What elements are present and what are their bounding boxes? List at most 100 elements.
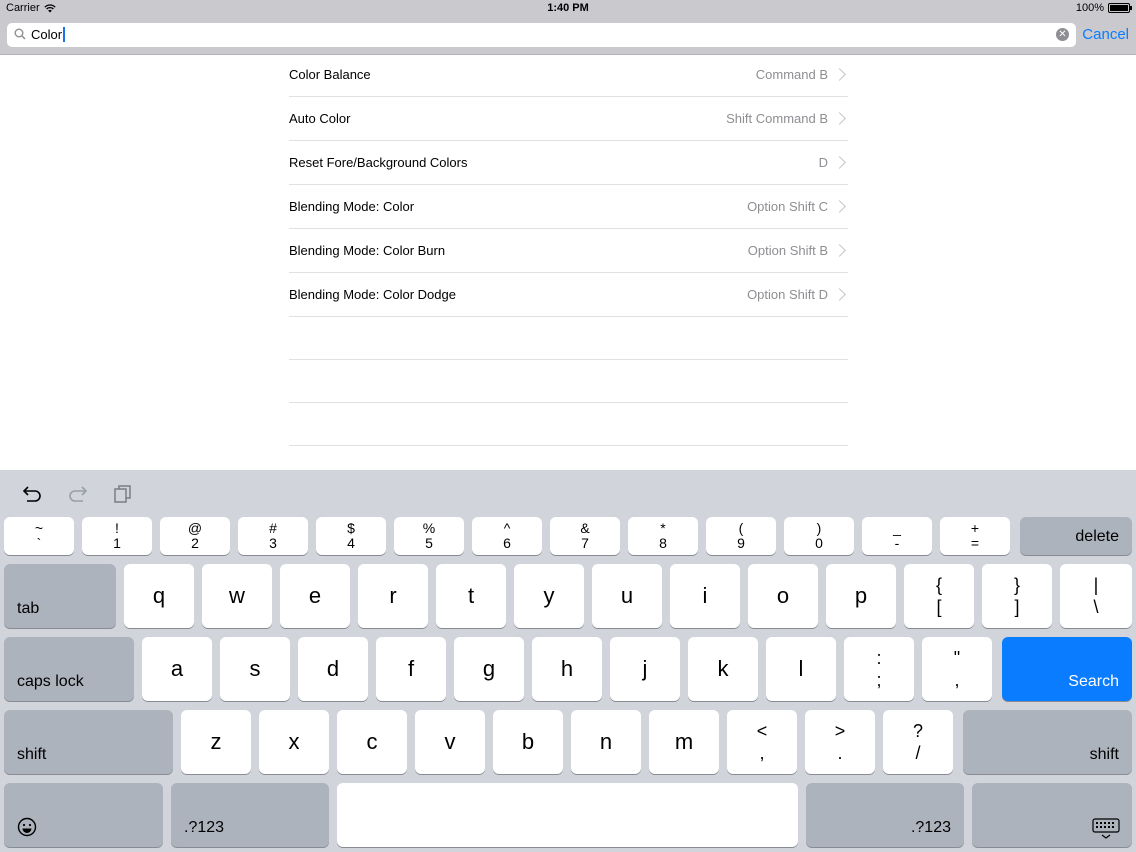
battery-icon [1108,3,1132,13]
key-3[interactable]: #3 [238,517,308,555]
key-t[interactable]: t [436,564,506,628]
delete-key[interactable]: delete [1020,517,1132,555]
key-quote[interactable]: ", [922,637,992,701]
key-9[interactable]: (9 [706,517,776,555]
key-letter: i [702,583,708,608]
battery-indicator: 100% [1075,2,1132,14]
key-c[interactable]: c [337,710,407,774]
key-top: ) [816,520,822,536]
key-top: $ [347,520,355,536]
key-top: < [756,721,768,741]
tab-label: tab [17,600,40,617]
result-row[interactable]: Blending Mode: Color Dodge Option Shift … [289,273,848,317]
key-v[interactable]: v [415,710,485,774]
shift-left-key[interactable]: shift [4,710,173,774]
key-d[interactable]: d [298,637,368,701]
space-key[interactable] [337,783,798,847]
key-tilde[interactable]: ~ ` [4,517,74,555]
key-s[interactable]: s [220,637,290,701]
key-bottom: ` [36,535,42,551]
key-l[interactable]: l [766,637,836,701]
key-2[interactable]: @2 [160,517,230,555]
key-letter: v [444,729,456,754]
key-letter: m [674,729,694,754]
key-z[interactable]: z [181,710,251,774]
undo-icon[interactable] [22,484,44,504]
search-input[interactable]: Color ✕ [7,23,1076,47]
result-row[interactable]: Color Balance Command B [289,53,848,97]
result-row[interactable]: Blending Mode: Color Option Shift C [289,185,848,229]
shift-right-key[interactable]: shift [963,710,1132,774]
key-period[interactable]: >. [805,710,875,774]
key-8[interactable]: * 8 [628,517,698,555]
key-4[interactable]: $4 [316,517,386,555]
battery-percent: 100% [1075,2,1104,14]
numbers-right-key[interactable]: .?123 [806,783,964,847]
key-h[interactable]: h [532,637,602,701]
key-letter: y [543,583,555,608]
key-r[interactable]: r [358,564,428,628]
key-semicolon[interactable]: :; [844,637,914,701]
search-input-text: Color [31,27,65,42]
key-bracket-right[interactable]: }] [982,564,1052,628]
key-g[interactable]: g [454,637,524,701]
key-minus[interactable]: _ - [862,517,932,555]
empty-row [289,360,848,403]
key-bottom: , [954,670,960,690]
emoji-key[interactable] [4,783,163,847]
numbers-label: .?123 [910,819,951,836]
key-n[interactable]: n [571,710,641,774]
key-7[interactable]: & 7 [550,517,620,555]
key-k[interactable]: k [688,637,758,701]
key-bracket-left[interactable]: {[ [904,564,974,628]
keyboard-shortcut-bar [0,470,1136,514]
key-j[interactable]: j [610,637,680,701]
key-m[interactable]: m [649,710,719,774]
dismiss-keyboard-key[interactable] [972,783,1132,847]
key-x[interactable]: x [259,710,329,774]
key-u[interactable]: u [592,564,662,628]
result-shortcut: Option Shift D [747,287,828,302]
key-0[interactable]: ) 0 [784,517,854,555]
chevron-right-icon [833,156,846,169]
key-backslash[interactable]: | \ [1060,564,1132,628]
key-i[interactable]: i [670,564,740,628]
key-top: : [876,648,882,668]
cancel-button[interactable]: Cancel [1082,26,1129,43]
result-row[interactable]: Reset Fore/Background Colors D [289,141,848,185]
key-q[interactable]: q [124,564,194,628]
caps-lock-key[interactable]: caps lock [4,637,134,701]
numbers-left-key[interactable]: .?123 [171,783,329,847]
key-o[interactable]: o [748,564,818,628]
clock: 1:40 PM [547,2,589,14]
key-6[interactable]: ^ 6 [472,517,542,555]
result-row[interactable]: Blending Mode: Color Burn Option Shift B [289,229,848,273]
key-1[interactable]: ! 1 [82,517,152,555]
clear-icon[interactable]: ✕ [1056,28,1069,41]
key-slash[interactable]: ? / [883,710,953,774]
shift-label: shift [17,746,47,763]
delete-label: delete [1075,528,1119,545]
paste-icon[interactable] [113,484,133,504]
key-y[interactable]: y [514,564,584,628]
key-e[interactable]: e [280,564,350,628]
key-f[interactable]: f [376,637,446,701]
tab-key[interactable]: tab [4,564,116,628]
keyboard: ~ ` ! 1 @2 #3 $4 % 5 ^ 6 & 7 * 8 (9 ) 0 _ - + = d… [0,470,1136,852]
key-bottom: 7 [581,535,589,551]
key-b[interactable]: b [493,710,563,774]
key-equals[interactable]: + = [940,517,1010,555]
key-w[interactable]: w [202,564,272,628]
key-top: + [970,520,980,536]
key-5[interactable]: % 5 [394,517,464,555]
key-a[interactable]: a [142,637,212,701]
redo-icon[interactable] [66,484,88,504]
numbers-label: .?123 [184,819,225,836]
result-shortcut: Option Shift B [747,243,828,258]
key-letter: j [642,656,648,681]
search-key[interactable]: Search [1002,637,1132,701]
key-top: _ [893,520,901,536]
key-p[interactable]: p [826,564,896,628]
key-comma[interactable]: <, [727,710,797,774]
result-row[interactable]: Auto Color Shift Command B [289,97,848,141]
